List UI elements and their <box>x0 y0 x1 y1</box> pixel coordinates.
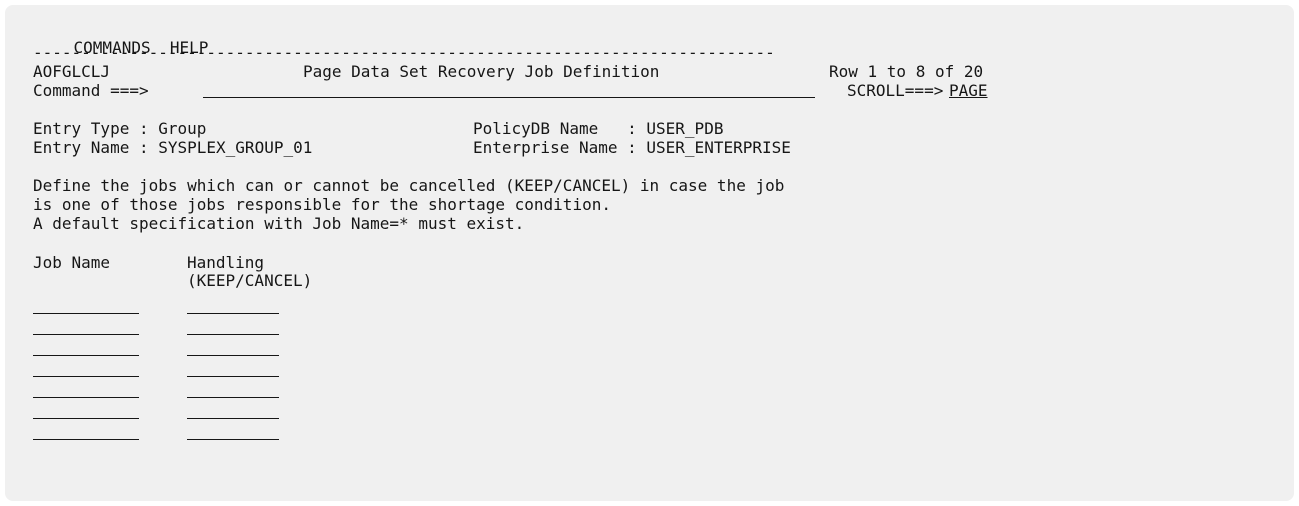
terminal-screen: COMMANDS HELP --------------------------… <box>5 5 1294 501</box>
handling-field[interactable] <box>187 381 279 399</box>
job-name-input[interactable] <box>33 319 139 336</box>
job-name-input[interactable] <box>33 340 139 357</box>
handling-field[interactable] <box>187 402 279 420</box>
handling-input[interactable] <box>187 340 279 357</box>
job-name-field[interactable] <box>33 423 139 441</box>
job-name-field[interactable] <box>33 360 139 378</box>
job-name-input[interactable] <box>33 403 139 420</box>
entry-type-label: Entry Type : <box>33 119 159 138</box>
entry-type-line: Entry Type : Group <box>33 120 206 138</box>
job-name-input[interactable] <box>33 361 139 378</box>
panel-title: Page Data Set Recovery Job Definition <box>303 62 660 81</box>
job-name-input[interactable] <box>33 298 139 315</box>
handling-input[interactable] <box>187 382 279 399</box>
job-name-field[interactable] <box>33 381 139 399</box>
handling-input[interactable] <box>187 298 279 315</box>
description-line-1: Define the jobs which can or cannot be c… <box>33 176 785 195</box>
handling-input[interactable] <box>187 424 279 441</box>
entry-type-value: Group <box>158 119 207 138</box>
job-name-input[interactable] <box>33 424 139 441</box>
row-info: Row 1 to 8 of 20 <box>829 62 984 81</box>
command-label: Command ===> <box>33 81 149 100</box>
description-line-2: is one of those jobs responsible for the… <box>33 195 611 214</box>
enterprise-value: USER_ENTERPRISE <box>646 138 791 157</box>
policydb-line: PolicyDB Name : USER_PDB <box>473 120 723 138</box>
column-header-handling: Handling <box>187 253 265 272</box>
job-name-field[interactable] <box>33 402 139 420</box>
handling-field[interactable] <box>187 423 279 441</box>
job-name-field[interactable] <box>33 339 139 357</box>
entry-name-line: Entry Name : SYSPLEX_GROUP_01 <box>33 139 312 157</box>
column-header-handling-sub: (KEEP/CANCEL) <box>187 271 313 290</box>
scroll-value[interactable]: PAGE <box>949 82 988 100</box>
handling-field[interactable] <box>187 297 279 315</box>
policydb-label: PolicyDB Name : <box>473 119 647 138</box>
scroll-label: SCROLL===> <box>847 81 944 100</box>
handling-input[interactable] <box>187 403 279 420</box>
handling-input[interactable] <box>187 361 279 378</box>
enterprise-line: Enterprise Name : USER_ENTERPRISE <box>473 139 791 157</box>
job-name-field[interactable] <box>33 297 139 315</box>
entry-name-value: SYSPLEX_GROUP_01 <box>158 138 313 157</box>
policydb-value: USER_PDB <box>646 119 724 138</box>
entry-name-label: Entry Name : <box>33 138 159 157</box>
handling-field[interactable] <box>187 360 279 378</box>
job-name-input[interactable] <box>33 382 139 399</box>
separator-line: ----------------------------------------… <box>33 43 775 62</box>
enterprise-label: Enterprise Name : <box>473 138 647 157</box>
description-line-3: A default specification with Job Name=* … <box>33 214 525 233</box>
job-name-field[interactable] <box>33 318 139 336</box>
panel-id: AOFGLCLJ <box>33 62 111 81</box>
column-header-job-name: Job Name <box>33 253 111 272</box>
handling-field[interactable] <box>187 339 279 357</box>
handling-input[interactable] <box>187 319 279 336</box>
command-input-box[interactable] <box>203 82 815 99</box>
command-input[interactable] <box>203 81 815 99</box>
handling-field[interactable] <box>187 318 279 336</box>
